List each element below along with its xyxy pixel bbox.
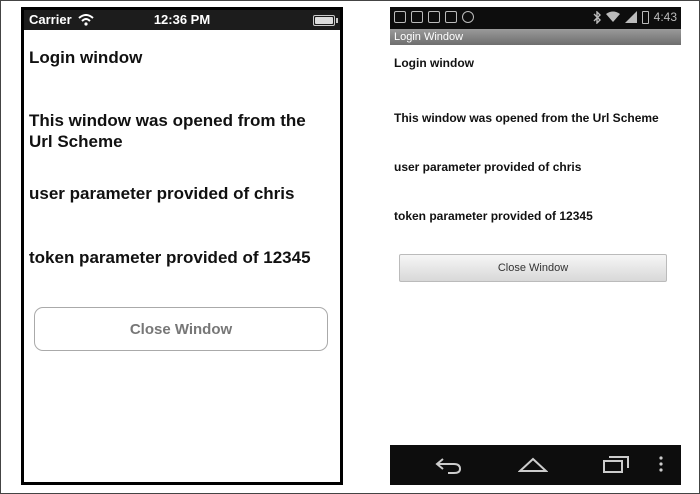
screenshot-frame: Carrier 12:36 PM Login window This windo… <box>0 0 700 494</box>
ios-page-title: Login window <box>29 48 143 67</box>
ios-status-bar: Carrier 12:36 PM <box>24 10 340 30</box>
ios-url-scheme-message: This window was opened from the Url Sche… <box>29 111 306 151</box>
android-screen: 4:43 Login Window Login window This wind… <box>390 7 681 485</box>
home-icon[interactable] <box>518 453 548 475</box>
ios-token-parameter-message: token parameter provided of 12345 <box>29 248 311 267</box>
photo-icon <box>428 11 440 23</box>
battery-icon <box>313 15 338 26</box>
android-window-title: Login Window <box>390 29 681 45</box>
play-icon <box>445 11 457 23</box>
battery-icon <box>641 10 649 24</box>
android-system-icons: 4:43 <box>593 10 677 24</box>
video-icon <box>411 11 423 23</box>
wifi-icon <box>605 11 620 22</box>
android-notification-icons <box>394 11 474 23</box>
signal-icon <box>624 11 637 23</box>
ios-user-parameter-message: user parameter provided of chris <box>29 184 295 203</box>
game-icon <box>462 11 474 23</box>
overflow-menu-icon[interactable] <box>658 453 664 475</box>
android-status-bar: 4:43 <box>390 7 681 29</box>
android-token-parameter-message: token parameter provided of 12345 <box>394 209 593 223</box>
ios-clock: 12:36 PM <box>153 12 211 27</box>
bluetooth-icon <box>593 10 601 24</box>
android-close-window-button[interactable]: Close Window <box>399 254 667 282</box>
ios-close-window-button[interactable]: Close Window <box>34 307 328 351</box>
recent-apps-icon[interactable] <box>602 453 630 475</box>
android-navigation-bar <box>390 445 681 485</box>
android-page-title: Login window <box>394 56 474 70</box>
android-clock: 4:43 <box>653 10 677 24</box>
back-icon[interactable] <box>434 453 462 475</box>
image-icon <box>394 11 406 23</box>
android-url-scheme-message: This window was opened from the Url Sche… <box>394 111 659 125</box>
android-user-parameter-message: user parameter provided of chris <box>394 160 582 174</box>
ios-screen: Carrier 12:36 PM Login window This windo… <box>21 7 343 485</box>
